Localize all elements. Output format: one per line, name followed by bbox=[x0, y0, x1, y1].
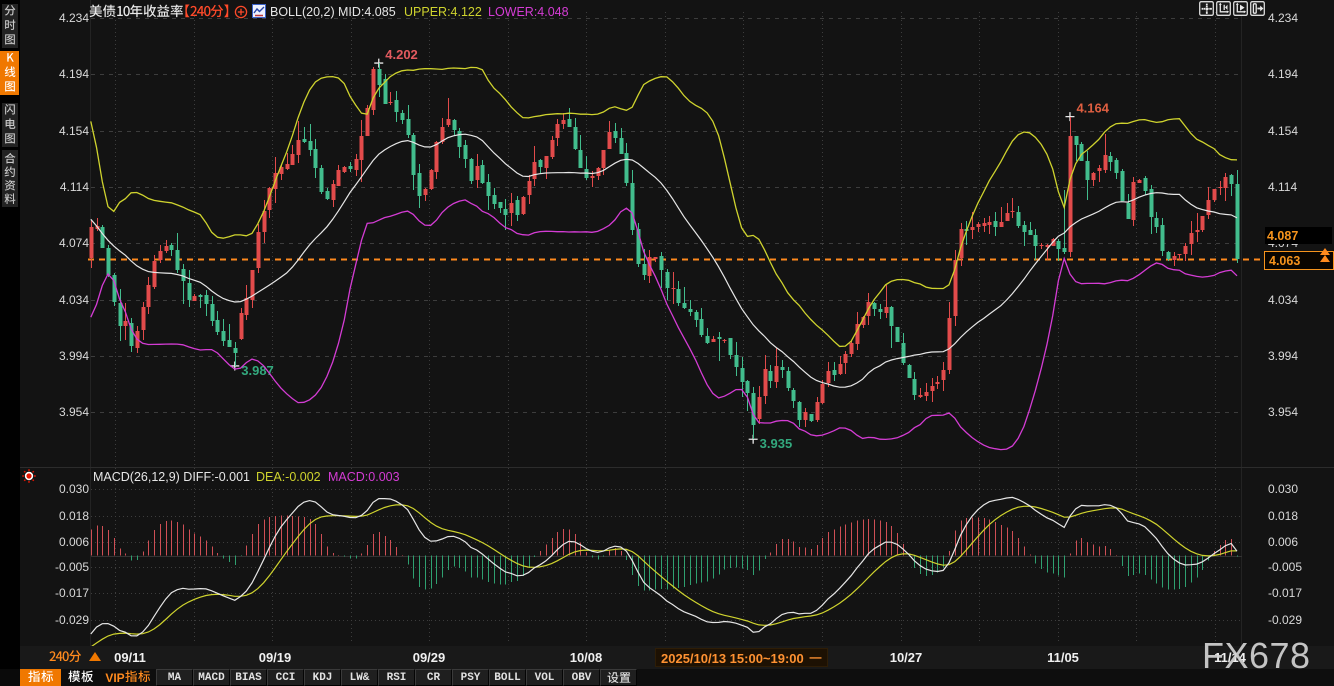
selected-period-label: 2025/10/13 15:00~19:00 bbox=[655, 648, 828, 667]
boll-lower-label: LOWER:4.048 bbox=[488, 5, 569, 19]
boll-label: BOLL(20,2) bbox=[270, 5, 335, 19]
macd-tick-left: -0.017 bbox=[29, 586, 89, 600]
macd-tick-left: 0.030 bbox=[29, 482, 89, 496]
indicator-tab-BIAS[interactable]: BIAS bbox=[230, 669, 267, 686]
macd-name: MACD(26,12,9) DIFF:-0.001 bbox=[93, 470, 250, 484]
price-tick-right: 4.034 bbox=[1268, 293, 1298, 307]
axis-compress-icon[interactable] bbox=[1216, 1, 1231, 16]
price-tick-right: 3.954 bbox=[1268, 405, 1298, 419]
price-tick-left: 4.114 bbox=[29, 180, 89, 194]
x-tick-09-29: 09/29 bbox=[413, 650, 446, 665]
x-tick-10-27: 10/27 bbox=[890, 650, 923, 665]
scroll-up-icon2[interactable] bbox=[1320, 255, 1330, 262]
macd-macd-label: MACD:0.003 bbox=[328, 470, 400, 484]
extreme-annotations: 4.202 3.987 3.935 4.164 bbox=[230, 47, 1110, 451]
x-tick-09-11: 09/11 bbox=[114, 650, 146, 665]
sidebar-tab-1[interactable] bbox=[2, 4, 18, 48]
macd-tick-left: -0.005 bbox=[29, 560, 89, 574]
sidebar-tab-3[interactable] bbox=[2, 103, 18, 147]
price-tick-left: 4.154 bbox=[29, 124, 89, 138]
diff-line bbox=[91, 497, 1237, 636]
indicator-tab-CR[interactable]: CR bbox=[415, 669, 452, 686]
boll-mid-label: MID:4.085 bbox=[338, 5, 396, 19]
indicator-chart-icon bbox=[252, 4, 266, 23]
pan-right-icon[interactable] bbox=[1250, 1, 1265, 16]
macd-tick-right: -0.005 bbox=[1268, 560, 1302, 574]
indicator-tab-PSY[interactable]: PSY bbox=[452, 669, 489, 686]
indicator-tab-RSI[interactable]: RSI bbox=[378, 669, 415, 686]
extreme-label-4.202: 4.202 bbox=[385, 47, 418, 62]
price-tick-left: 4.074 bbox=[29, 236, 89, 250]
x-tick-10-08: 10/08 bbox=[570, 650, 603, 665]
bottom-tab-bar: VIPMAMACDBIASCCIKDJLW&RSICRPSYBOLLVOLOBV bbox=[0, 669, 1334, 686]
extreme-label-4.164: 4.164 bbox=[1076, 101, 1109, 116]
boll-upper-label: UPPER:4.122 bbox=[404, 5, 482, 19]
price-tick-right: 3.994 bbox=[1268, 349, 1298, 363]
macd-panel bbox=[91, 497, 1242, 647]
footer-tab-2[interactable] bbox=[61, 669, 100, 686]
add-indicator-icon[interactable] bbox=[234, 5, 248, 24]
chart-title bbox=[89, 4, 184, 22]
indicator-tab-VOL[interactable]: VOL bbox=[526, 669, 563, 686]
chart-period bbox=[184, 4, 230, 22]
macd-tick-left: 0.006 bbox=[29, 535, 89, 549]
candlesticks bbox=[90, 63, 1240, 439]
x-tick-09-19: 09/19 bbox=[259, 650, 292, 665]
toolbar-icons bbox=[1199, 1, 1265, 16]
boll-upper-line bbox=[91, 67, 1237, 346]
triangle-up-icon bbox=[89, 652, 101, 661]
sidebar bbox=[0, 0, 20, 669]
axis-play-icon[interactable] bbox=[1233, 1, 1248, 16]
extreme-label-3.987: 3.987 bbox=[241, 363, 274, 378]
footer-tab-3[interactable]: VIP bbox=[100, 669, 156, 686]
x-axis-row: 09/1109/1909/2910/0810/2711/0511/14 2025… bbox=[20, 646, 1334, 669]
price-tick-right: 4.114 bbox=[1268, 180, 1297, 194]
chart-canvas[interactable]: 4.202 3.987 3.935 4.164 bbox=[0, 0, 1334, 686]
indicator-tab-MA[interactable]: MA bbox=[156, 669, 193, 686]
indicator-tab-CCI[interactable]: CCI bbox=[267, 669, 304, 686]
macd-tick-right: 0.018 bbox=[1268, 509, 1298, 523]
price-tick-right: 4.234 bbox=[1268, 11, 1298, 25]
macd-tick-left: 0.018 bbox=[29, 509, 89, 523]
scroll-up-icon[interactable] bbox=[1320, 248, 1330, 255]
indicator-tab-KDJ[interactable]: KDJ bbox=[304, 669, 341, 686]
move-icon[interactable] bbox=[1199, 1, 1214, 16]
extreme-label-3.935: 3.935 bbox=[760, 436, 793, 451]
indicator-tab-BOLL[interactable]: BOLL bbox=[489, 669, 526, 686]
indicator-tab-MACD[interactable]: MACD bbox=[193, 669, 230, 686]
macd-tick-left: -0.029 bbox=[29, 613, 89, 627]
price-tick-left: 4.234 bbox=[29, 11, 89, 25]
indicator-tab-settings[interactable] bbox=[600, 669, 637, 686]
price-tick-left: 4.034 bbox=[29, 293, 89, 307]
macd-tick-right: -0.029 bbox=[1268, 613, 1302, 627]
footer-tab-1[interactable] bbox=[20, 669, 61, 686]
sidebar-tab-2[interactable] bbox=[0, 51, 19, 95]
price-tick-left: 4.194 bbox=[29, 67, 89, 81]
price-tick-left: 3.994 bbox=[29, 349, 89, 363]
sidebar-tab-4[interactable] bbox=[2, 150, 18, 207]
macd-tick-right: -0.017 bbox=[1268, 586, 1302, 600]
watermark: FX678 bbox=[1202, 635, 1311, 677]
macd-tick-right: 0.030 bbox=[1268, 482, 1298, 496]
indicator-tab-LW&[interactable]: LW& bbox=[341, 669, 378, 686]
indicator-tab-OBV[interactable]: OBV bbox=[563, 669, 600, 686]
price-tick-left: 3.954 bbox=[29, 405, 89, 419]
macd-tick-right: 0.006 bbox=[1268, 535, 1298, 549]
price-tick-right: 4.194 bbox=[1268, 67, 1298, 81]
timeframe-chip[interactable] bbox=[49, 649, 101, 664]
last-price-label: 4.087 bbox=[1265, 227, 1332, 244]
macd-dea-label: DEA:-0.002 bbox=[256, 470, 321, 484]
timeframe-label bbox=[49, 649, 82, 664]
x-tick-11-05: 11/05 bbox=[1047, 650, 1079, 665]
tabbar-corner bbox=[0, 669, 20, 686]
price-tick-right: 4.154 bbox=[1268, 124, 1298, 138]
trading-chart-window: 4.202 3.987 3.935 4.164 BOLL(20,2)MID:4.085… bbox=[0, 0, 1334, 686]
